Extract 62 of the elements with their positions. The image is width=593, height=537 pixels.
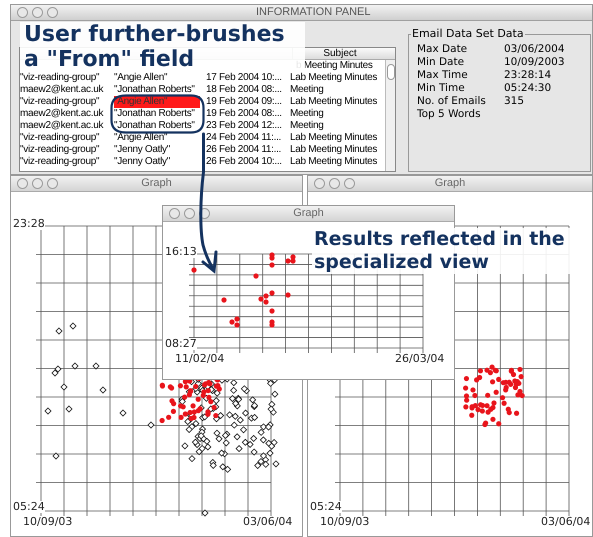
table-cell: "Angie Allen"	[114, 96, 200, 108]
table-cell-text: 18 Feb 2004 08:...	[206, 84, 283, 96]
table-cell-text: "viz-reading-group"	[20, 96, 100, 108]
stat-label: Max Time	[417, 69, 469, 82]
window-title: Graph	[434, 176, 466, 191]
stat-value: 23:28:14	[504, 69, 552, 82]
table-cell-text: Lab Meeting Minutes	[290, 156, 378, 168]
axis-label: 10/09/03	[320, 516, 370, 528]
axis-label: 03/06/04	[541, 516, 590, 528]
table-cell-text: 24 Feb 2004 11:...	[206, 132, 282, 144]
table-cell-text: "viz-reading-group"	[20, 144, 100, 156]
table-cell-text: "Jonathan Roberts"	[114, 108, 196, 120]
table-cell-text: "viz-reading-group"	[20, 72, 100, 84]
table-cell-text: "Jonathan Roberts"	[114, 120, 196, 132]
stat-label: Min Time	[417, 82, 466, 95]
table-cell-text: "Jonathan Roberts"	[114, 84, 196, 96]
scrollbar[interactable]	[385, 60, 395, 171]
table-cell-text: Meeting	[290, 84, 324, 96]
table-cell-text: maew2@kent.ac.uk	[20, 120, 104, 132]
table-cell-text: maew2@kent.ac.uk	[20, 84, 104, 96]
scroll-thumb[interactable]	[387, 64, 395, 80]
window-title: INFORMATION PANEL	[256, 6, 370, 19]
table-cell-text: "Angie Allen"	[114, 72, 168, 84]
stat-value: 05:24:30	[504, 82, 552, 95]
axis-label: 11/02/04	[175, 353, 224, 365]
table-cell-text: "Angie Allen"	[114, 132, 168, 144]
window-title: Graph	[293, 206, 324, 221]
table-cell-text: 19 Feb 2004 08:...	[206, 108, 283, 120]
stat-value: 10/09/2003	[504, 56, 565, 69]
group-title: Email Data Set Data	[411, 27, 525, 40]
table-cell-text: Meeting	[290, 108, 324, 120]
table-cell-text: maew2@kent.ac.uk	[20, 108, 104, 120]
table-cell-text: 23 Feb 2004 12:...	[206, 120, 283, 132]
axis-label: 08:27	[165, 338, 197, 350]
table-cell-text: Lab Meeting Minutes	[290, 132, 378, 144]
table-cell-text: Meeting	[290, 120, 324, 132]
stat-label: Min Date	[417, 56, 466, 69]
stat-value: 315	[504, 95, 524, 108]
table-cell-text: "Jenny Oatly"	[114, 144, 172, 156]
stat-label: Top 5 Words	[417, 108, 482, 121]
table-cell-text: Lab Meeting Minutes	[290, 96, 378, 108]
stat-label: No. of Emails	[417, 95, 487, 108]
axis-label: 03/06/04	[243, 516, 292, 528]
axis-label: 23:28	[13, 218, 45, 230]
data-points-drawing	[463, 364, 525, 428]
table-cell-text: 26 Feb 2004 11:...	[206, 144, 282, 156]
axis-label: 26/03/04	[395, 353, 444, 365]
window-title: Graph	[141, 176, 172, 191]
stat-label: Max Date	[417, 43, 468, 56]
table-cell-text: "viz-reading-group"	[20, 156, 100, 168]
axis-label: 16:13	[165, 246, 197, 258]
axis-label: 05:24	[13, 501, 45, 513]
axis-label: 05:24	[310, 501, 342, 513]
axis-label: 10/09/03	[23, 516, 72, 528]
table-cell-text: 17 Feb 2004 10:...	[206, 72, 283, 84]
table-cell-text: "viz-reading-group"	[20, 132, 100, 144]
stat-value: 03/06/2004	[504, 43, 565, 56]
table-cell-text: 26 Feb 2004 10:...	[206, 156, 283, 168]
table-cell-text: Lab Meeting Minutes	[290, 144, 378, 156]
table-cell-text: 19 Feb 2004 09:...	[206, 96, 283, 108]
table-cell-text: "Jenny Oatly"	[114, 156, 172, 168]
table-cell-text: Lab Meeting Minutes	[290, 72, 378, 84]
